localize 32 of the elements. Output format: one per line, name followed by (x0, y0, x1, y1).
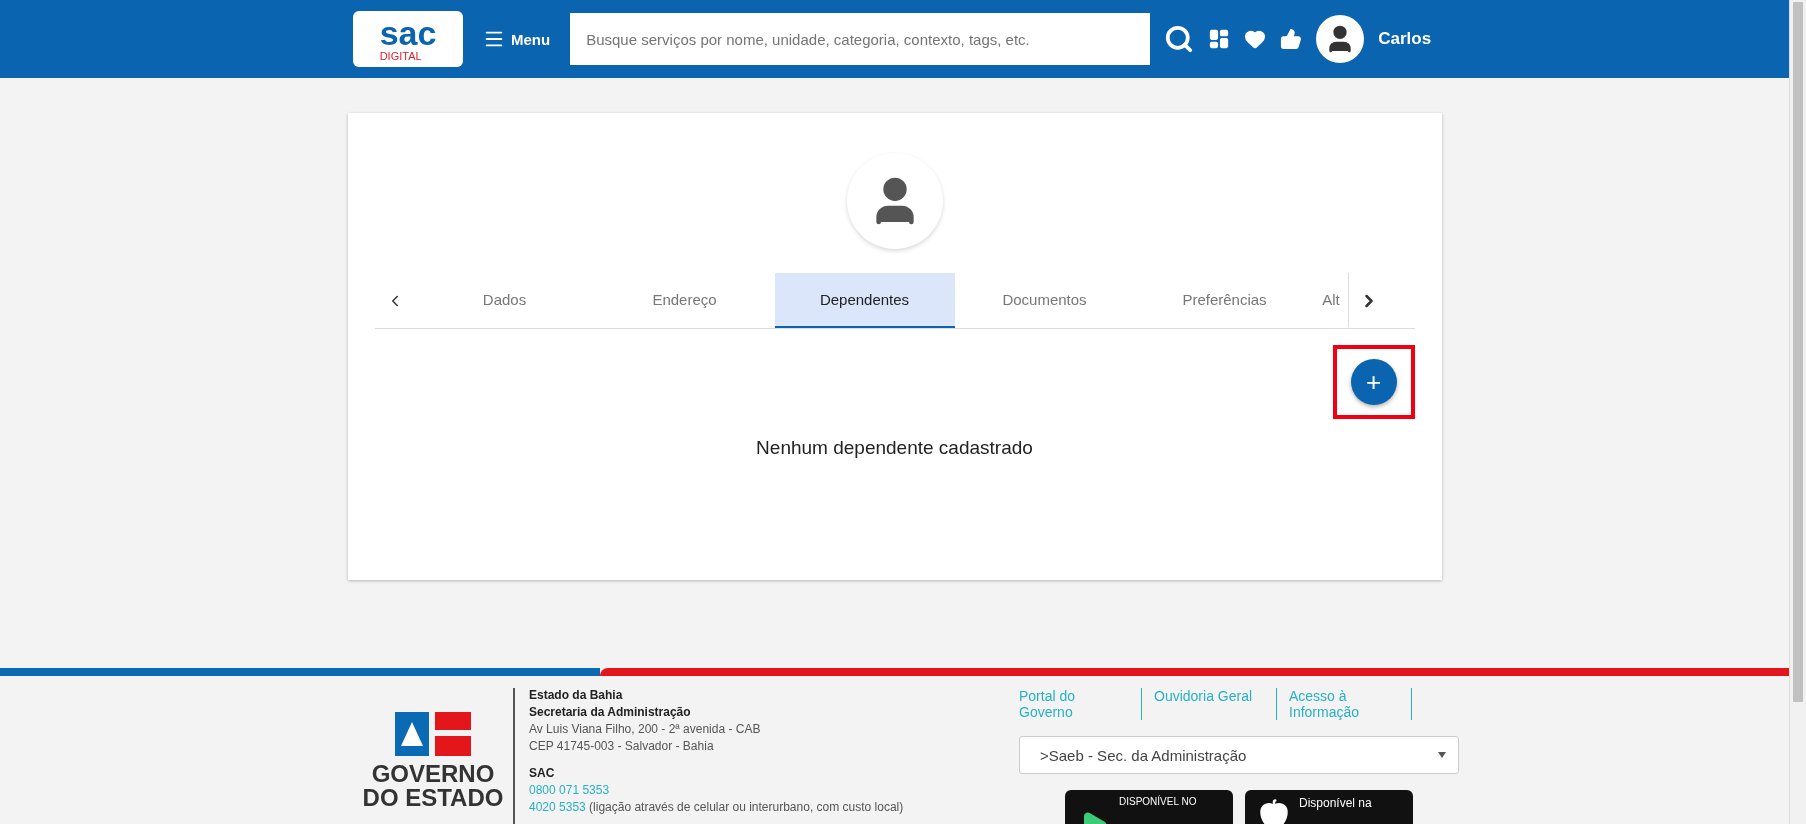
sac-logo[interactable]: sac DIGITAL (353, 11, 463, 67)
search-field[interactable]: Busque serviços por nome, unidade, categoria, contexto, tags, etc. (570, 13, 1151, 65)
address-line: Estado da Bahia (529, 688, 624, 702)
user-avatar[interactable] (1316, 15, 1365, 63)
profile-tab[interactable]: Endereço (594, 273, 775, 328)
profile-tab[interactable]: Dados (414, 273, 595, 328)
logo-text: DO ESTADO (362, 786, 504, 810)
empty-message: Nenhum dependente cadastrado (756, 437, 1033, 459)
footer-link[interactable]: Portal do Governo (1019, 688, 1142, 720)
agency-select[interactable]: >Saeb - Sec. da Administração (1019, 736, 1459, 774)
profile-tab[interactable]: Preferências (1134, 273, 1315, 328)
scrollbar-thumb[interactable] (1793, 2, 1803, 702)
address-line: CEP 41745-003 - Salvador - Bahia (529, 739, 715, 753)
heart-icon[interactable] (1244, 28, 1267, 50)
profile-tab[interactable]: Documentos (954, 273, 1135, 328)
apple-icon (1259, 798, 1289, 824)
address-line: Secretaria da Administração (529, 705, 692, 719)
user-name[interactable]: Carlos (1378, 29, 1432, 49)
dashboard-icon[interactable] (1208, 28, 1231, 50)
store-badge[interactable]: Disponível na (1245, 790, 1413, 824)
thumbs-up-icon[interactable] (1280, 28, 1303, 50)
sac-title: SAC (529, 766, 556, 780)
address-line: Av Luis Viana Filho, 200 - 2ª avenida - CAB (529, 722, 762, 736)
menu-button[interactable]: Menu (477, 27, 557, 51)
search-icon[interactable] (1164, 24, 1195, 54)
profile-tab[interactable]: Alt (1314, 273, 1349, 328)
profile-tab[interactable]: Dependentes (774, 273, 955, 328)
dropdown-icon (1438, 752, 1446, 758)
phone-line: 4020 5353 (ligação através de celular ou interurbano, com custo local) (529, 800, 905, 814)
logo-text: GOVERNO (371, 762, 495, 786)
add-button[interactable]: + (1350, 359, 1397, 405)
store-badge[interactable]: DISPONÍVEL NO (1065, 790, 1233, 824)
